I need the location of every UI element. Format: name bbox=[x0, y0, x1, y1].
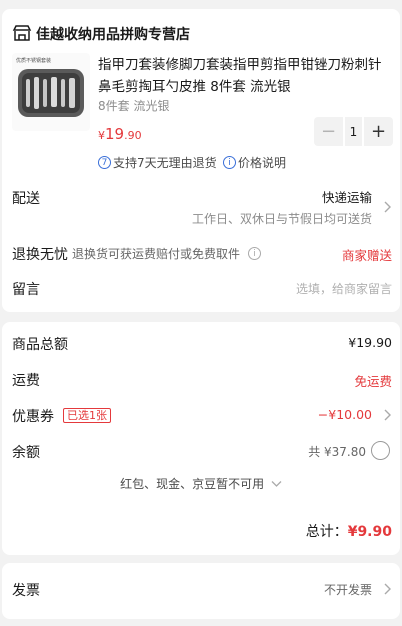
info-icon[interactable]: i bbox=[248, 247, 261, 260]
balance-value: 共 ¥37.80 bbox=[308, 445, 366, 459]
order-item-card: 佳越收纳用品拼购专营店 优质不锈钢套装 指甲刀套装修脚刀套装指甲剪指甲钳锉刀粉刺… bbox=[2, 9, 400, 312]
increase-button[interactable]: + bbox=[364, 117, 393, 146]
total-value: ¥9.90 bbox=[347, 524, 392, 540]
shipping-label: 运费 bbox=[12, 373, 40, 389]
price-note-link[interactable]: i 价格说明 bbox=[223, 154, 286, 171]
delivery-note[interactable]: 工作日、双休日与节假日均可送货 bbox=[192, 210, 372, 227]
coupon-value[interactable]: −¥10.00 bbox=[318, 407, 372, 422]
balance-label: 余额 bbox=[12, 445, 40, 461]
store-name[interactable]: 佳越收纳用品拼购专营店 bbox=[36, 24, 190, 44]
unavailable-note[interactable]: 红包、现金、京豆暂不可用 bbox=[2, 475, 400, 492]
delivery-method[interactable]: 快递运输 bbox=[322, 187, 372, 206]
seven-day-icon: 7 bbox=[98, 156, 111, 169]
invoice-label: 发票 bbox=[12, 583, 40, 599]
return-value: 商家赠送 bbox=[341, 248, 392, 263]
invoice-value[interactable]: 不开发票 bbox=[324, 581, 372, 598]
chevron-right-icon[interactable] bbox=[384, 583, 392, 595]
delivery-label: 配送 bbox=[12, 191, 40, 207]
product-title[interactable]: 指甲刀套装修脚刀套装指甲剪指甲钳锉刀粉刺针鼻毛剪掏耳勺皮推 8件套 流光银 bbox=[98, 54, 394, 98]
message-input[interactable]: 选填，给商家留言 bbox=[296, 280, 392, 297]
product-thumbnail[interactable]: 优质不锈钢套装 bbox=[12, 53, 90, 131]
subtotal-label: 商品总额 bbox=[12, 337, 68, 353]
store-icon bbox=[12, 25, 32, 41]
shipping-value: 免运费 bbox=[354, 374, 392, 389]
return-label: 退换无忧 bbox=[12, 247, 68, 263]
chevron-down-icon bbox=[271, 481, 282, 487]
chevron-right-icon[interactable] bbox=[384, 409, 392, 421]
return-desc: 退换货可获运费赔付或免费取件 bbox=[72, 247, 241, 261]
order-summary-card: 商品总额 ¥19.90 运费 免运费 优惠券 已选1张 −¥10.00 余额 共… bbox=[2, 322, 400, 555]
coupon-label: 优惠券 bbox=[12, 409, 54, 425]
product-spec[interactable]: 8件套 流光银 bbox=[98, 97, 169, 114]
subtotal-value: ¥19.90 bbox=[348, 335, 392, 350]
return-policy[interactable]: 7 支持7天无理由退货 bbox=[98, 154, 217, 171]
decrease-button[interactable]: − bbox=[314, 117, 343, 146]
info-icon: i bbox=[223, 156, 236, 169]
chevron-right-icon[interactable] bbox=[384, 201, 392, 213]
coupon-selected-badge[interactable]: 已选1张 bbox=[63, 408, 111, 423]
message-label: 留言 bbox=[12, 282, 40, 298]
product-price: ¥19.90 bbox=[98, 125, 142, 143]
invoice-card[interactable]: 发票 不开发票 bbox=[2, 563, 400, 619]
quantity-value[interactable]: 1 bbox=[345, 117, 362, 146]
total-line: 总计：¥9.90 bbox=[306, 521, 392, 541]
thumb-caption: 优质不锈钢套装 bbox=[16, 58, 52, 64]
quantity-stepper: − 1 + bbox=[314, 117, 393, 146]
balance-radio[interactable] bbox=[371, 441, 390, 460]
total-label: 总计： bbox=[305, 524, 348, 540]
